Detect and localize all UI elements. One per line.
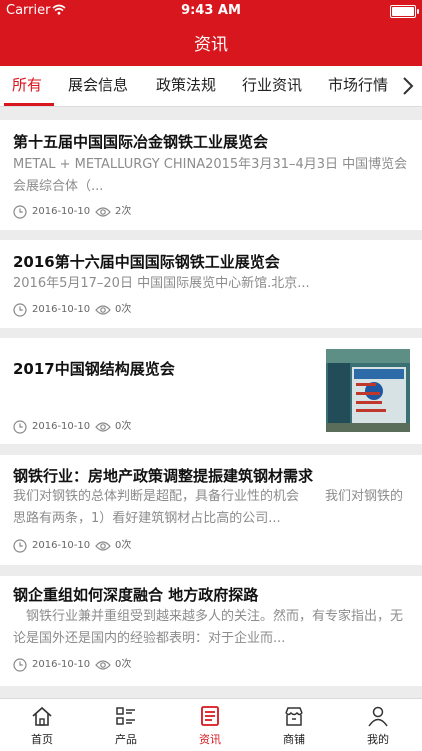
clock-icon (13, 658, 27, 672)
top-bar: Carrier 9:43 AM 资讯 (0, 0, 422, 66)
battery-icon (390, 5, 419, 18)
article-views: 0次 (115, 304, 132, 315)
bottom-tab-label: 首页 (31, 733, 53, 746)
article-date: 2016-10-10 (32, 206, 91, 217)
page-title: 资讯 (194, 35, 228, 55)
article-title: 钢企重组如何深度融合 地方政府探路 (13, 586, 259, 604)
bottom-tab-news[interactable]: 资讯 (168, 699, 252, 751)
tabs-more-button[interactable] (396, 66, 422, 106)
clock-icon (13, 420, 27, 434)
clock-icon (13, 205, 27, 219)
article-views: 0次 (115, 540, 132, 551)
article-summary: 我们对钢铁的总体判断是超配，具备行业性的机会 我们对钢铁的思路有两条，1）看好建… (13, 489, 404, 526)
eye-icon (95, 541, 111, 551)
article-date: 2016-10-10 (32, 421, 91, 432)
bottom-tab-label: 商铺 (283, 733, 305, 746)
article-views: 2次 (115, 206, 132, 217)
eye-icon (95, 660, 111, 670)
article-views: 0次 (115, 421, 132, 432)
news-icon (201, 706, 219, 726)
article-date: 2016-10-10 (32, 659, 91, 670)
article-title: 钢铁行业：房地产政策调整提振建筑钢材需求 (13, 467, 314, 485)
article-summary: 2016年5月17–20日 中国国际展览中心新馆.北京... (13, 276, 310, 291)
bottom-tab-products[interactable]: 产品 (84, 699, 168, 751)
eye-icon (95, 207, 111, 217)
clock-icon (13, 303, 27, 317)
article-item[interactable]: 2016第十六届中国国际钢铁工业展览会 2016年5月17–20日 中国国际展览… (0, 240, 422, 328)
store-icon (285, 707, 303, 726)
article-item[interactable]: 2017中国钢结构展览会 2016-10-10 0次 (0, 338, 422, 444)
article-date: 2016-10-10 (32, 304, 91, 315)
article-item[interactable]: 钢铁行业：房地产政策调整提振建筑钢材需求 我们对钢铁的总体判断是超配，具备行业性… (0, 455, 422, 565)
home-icon (32, 706, 52, 726)
article-summary: METAL + METALLURGY CHINA2015年3月31–4月3日 中… (13, 157, 408, 194)
chevron-right-icon (403, 77, 414, 95)
article-item[interactable]: 钢企重组如何深度融合 地方政府探路 钢铁行业兼并重组受到越来越多人的关注。然而，… (0, 576, 422, 686)
article-date: 2016-10-10 (32, 540, 91, 551)
bottom-tab-profile[interactable]: 我的 (336, 699, 420, 751)
user-icon (368, 706, 388, 727)
clock: 9:43 AM (181, 3, 241, 18)
article-title: 2016第十六届中国国际钢铁工业展览会 (13, 253, 280, 271)
bottom-tab-label: 产品 (115, 733, 137, 746)
bottom-tab-bar: 首页 产品 资讯 商铺 我的 (0, 698, 422, 751)
tab-all[interactable]: 所有 (12, 66, 42, 106)
tab-policy[interactable]: 政策法规 (156, 66, 216, 106)
article-title: 第十五届中国国际冶金钢铁工业展览会 (13, 133, 269, 151)
bottom-tab-home[interactable]: 首页 (0, 699, 84, 751)
clock-icon (13, 539, 27, 553)
article-item[interactable]: 第十五届中国国际冶金钢铁工业展览会 METAL + METALLURGY CHI… (0, 120, 422, 230)
article-title: 2017中国钢结构展览会 (13, 360, 175, 378)
bottom-tab-store[interactable]: 商铺 (252, 699, 336, 751)
category-tabs: 所有 展会信息 政策法规 行业资讯 市场行情 (0, 66, 422, 107)
article-thumbnail (326, 349, 410, 432)
eye-icon (95, 305, 111, 315)
bottom-tab-label: 我的 (367, 733, 389, 746)
article-summary: 钢铁行业兼并重组受到越来越多人的关注。然而，有专家指出，无论是国外还是国内的经验… (13, 609, 404, 646)
tab-exhibition[interactable]: 展会信息 (68, 66, 128, 106)
tab-market[interactable]: 市场行情 (328, 66, 388, 106)
eye-icon (95, 422, 111, 432)
tab-industry-news[interactable]: 行业资讯 (242, 66, 302, 106)
list-icon (116, 707, 135, 725)
article-views: 0次 (115, 659, 132, 670)
active-tab-indicator (4, 103, 54, 106)
status-bar: Carrier 9:43 AM (0, 0, 422, 22)
bottom-tab-label: 资讯 (199, 733, 221, 746)
